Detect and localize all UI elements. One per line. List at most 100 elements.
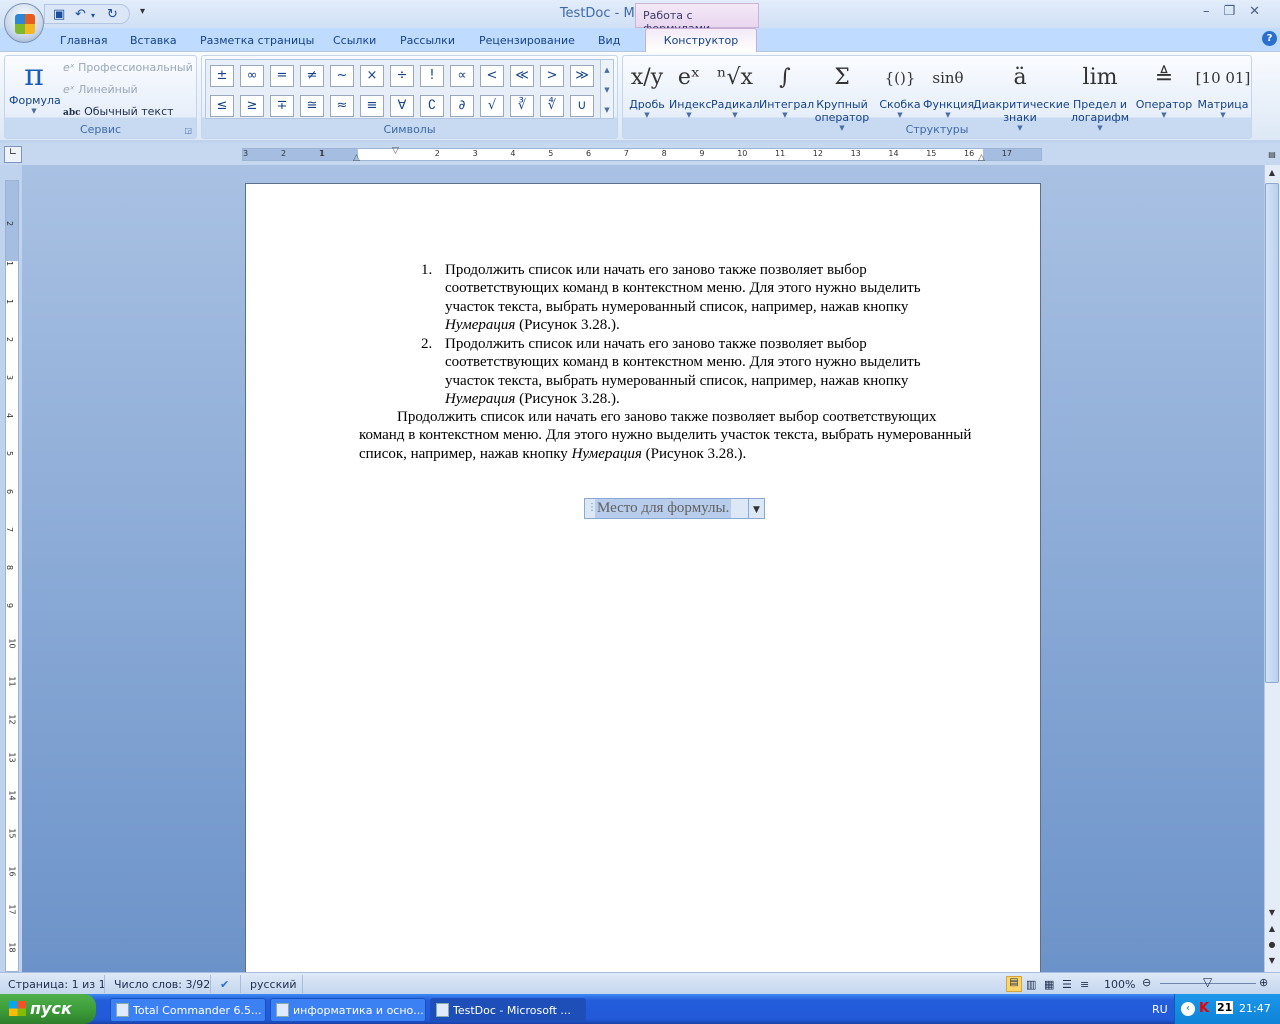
office-button[interactable] bbox=[4, 3, 44, 43]
draft-icon[interactable]: ≡ bbox=[1080, 978, 1089, 991]
symbol-button[interactable]: > bbox=[540, 65, 564, 87]
symbol-button[interactable]: ∀ bbox=[390, 95, 414, 117]
symbol-button[interactable]: ≅ bbox=[300, 95, 324, 117]
task-testdoc[interactable]: TestDoc - Microsoft ... bbox=[430, 998, 586, 1022]
structure-button[interactable]: ä Диакритические знаки ▼ bbox=[973, 58, 1070, 132]
symbol-button[interactable]: ∛ bbox=[510, 95, 534, 117]
spelling-check-icon[interactable]: ✔ bbox=[220, 978, 229, 991]
vertical-ruler[interactable]: 2 1 1 2 3 4 5 6 7 8 9 10 11 12 13 14 15 16 17 18 bbox=[5, 180, 19, 972]
structure-button[interactable]: lim Предел и логарифм ▼ bbox=[1067, 58, 1133, 132]
task-total-commander[interactable]: Total Commander 6.5... bbox=[110, 998, 266, 1022]
symbol-button[interactable]: ~ bbox=[330, 65, 354, 87]
tray-app-icon[interactable]: 21 bbox=[1216, 1001, 1234, 1014]
symbol-button[interactable]: ∓ bbox=[270, 95, 294, 117]
scroll-down-icon[interactable]: ▼ bbox=[601, 80, 613, 100]
symbol-button[interactable]: ≠ bbox=[300, 65, 324, 87]
symbol-button[interactable]: ≈ bbox=[330, 95, 354, 117]
show-hidden-icons[interactable]: ‹ bbox=[1181, 1002, 1195, 1016]
tab-mailings[interactable]: Рассылки bbox=[400, 34, 455, 47]
next-page-icon[interactable]: ▼ bbox=[1265, 956, 1279, 965]
structure-button[interactable]: Σ Крупный оператор ▼ bbox=[811, 58, 873, 132]
equation-text[interactable]: Место для формулы. bbox=[595, 499, 732, 518]
view-ruler-icon[interactable]: ▤ bbox=[1265, 150, 1279, 159]
antivirus-icon[interactable]: K bbox=[1199, 1001, 1209, 1016]
professional-button[interactable]: eˣ Профессиональный bbox=[63, 61, 193, 74]
structure-button[interactable]: x/y Дробь ▼ bbox=[625, 58, 669, 119]
symbol-button[interactable]: ∪ bbox=[570, 95, 594, 117]
symbol-button[interactable]: = bbox=[270, 65, 294, 87]
redo-icon[interactable]: ↻ bbox=[107, 7, 118, 22]
structure-button[interactable]: sinθ Функция ▼ bbox=[923, 58, 974, 119]
formula-button[interactable]: π Формула ▼ bbox=[9, 58, 61, 115]
right-indent-marker[interactable]: △ bbox=[978, 153, 985, 163]
symbol-button[interactable]: ÷ bbox=[390, 65, 414, 87]
tab-review[interactable]: Рецензирование bbox=[479, 34, 575, 47]
print-layout-icon[interactable]: ▤ bbox=[1006, 976, 1022, 992]
more-icon[interactable]: ▼ bbox=[601, 100, 613, 120]
symbol-button[interactable]: ≥ bbox=[240, 95, 264, 117]
language[interactable]: русский bbox=[250, 978, 297, 991]
symbol-button[interactable]: < bbox=[480, 65, 504, 87]
symbol-button[interactable]: ∂ bbox=[450, 95, 474, 117]
undo-icon[interactable]: ↶ bbox=[75, 7, 86, 22]
scroll-down-icon[interactable]: ▼ bbox=[1265, 908, 1279, 917]
save-icon[interactable]: ▣ bbox=[53, 7, 65, 22]
symbol-button[interactable]: ≤ bbox=[210, 95, 234, 117]
zoom-out-icon[interactable]: ⊖ bbox=[1142, 976, 1151, 989]
task-informatika[interactable]: информатика и осно... bbox=[270, 998, 426, 1022]
minimize-icon[interactable]: – bbox=[1203, 4, 1224, 19]
structure-button[interactable]: ∫ Интеграл ▼ bbox=[759, 58, 814, 119]
symbol-button[interactable]: ∜ bbox=[540, 95, 564, 117]
symbol-button[interactable]: ± bbox=[210, 65, 234, 87]
structure-button[interactable]: [10 01] Матрица ▼ bbox=[1195, 58, 1251, 119]
page-count[interactable]: Страница: 1 из 1 bbox=[8, 978, 106, 991]
language-indicator[interactable]: RU bbox=[1152, 1003, 1168, 1016]
help-icon[interactable]: ? bbox=[1262, 31, 1277, 46]
symbol-button[interactable]: ≡ bbox=[360, 95, 384, 117]
structure-button[interactable]: ⁿ√x Радикал ▼ bbox=[711, 58, 760, 119]
zoom-slider-thumb[interactable]: ▽ bbox=[1203, 975, 1212, 989]
close-icon[interactable]: ✕ bbox=[1249, 4, 1274, 19]
tab-insert[interactable]: Вставка bbox=[130, 34, 177, 47]
tab-references[interactable]: Ссылки bbox=[333, 34, 376, 47]
outline-icon[interactable]: ☰ bbox=[1062, 978, 1072, 991]
browse-object-icon[interactable]: ● bbox=[1265, 940, 1279, 949]
linear-button[interactable]: eˣ Линейный bbox=[63, 83, 138, 96]
clock[interactable]: 21:47 bbox=[1239, 1002, 1271, 1015]
previous-page-icon[interactable]: ▲ bbox=[1265, 924, 1279, 933]
dialog-launcher-icon[interactable]: ◲ bbox=[184, 126, 192, 135]
symbol-button[interactable]: √ bbox=[480, 95, 504, 117]
chevron-down-icon[interactable]: ▼ bbox=[748, 499, 764, 518]
undo-dropdown-icon[interactable]: ▾ bbox=[91, 11, 95, 20]
zoom-in-icon[interactable]: ⊕ bbox=[1259, 976, 1268, 989]
tab-view[interactable]: Вид bbox=[598, 34, 620, 47]
horizontal-ruler[interactable]: ▽ △ △ 3 2 1 1 2 3 4 5 6 7 8 9 10 11 12 13 14 15 16 17 bbox=[242, 146, 1042, 163]
structure-button[interactable]: eˣ Индекс ▼ bbox=[669, 58, 712, 119]
scroll-up-icon[interactable]: ▲ bbox=[1265, 168, 1279, 177]
tab-stop-selector[interactable]: ∟ bbox=[4, 146, 22, 163]
customize-qat-icon[interactable]: ▾ bbox=[140, 6, 145, 17]
start-button[interactable]: пуск bbox=[0, 994, 96, 1024]
symbol-button[interactable]: ∁ bbox=[420, 95, 444, 117]
tab-home[interactable]: Главная bbox=[60, 34, 108, 47]
symbol-button[interactable]: × bbox=[360, 65, 384, 87]
structure-button[interactable]: ≜ Оператор ▼ bbox=[1133, 58, 1195, 119]
document-page[interactable]: 1. Продолжить список или начать его зано… bbox=[245, 183, 1041, 973]
normal-text-button[interactable]: abc Обычный текст bbox=[63, 105, 174, 118]
symbol-button[interactable]: ! bbox=[420, 65, 444, 87]
symbol-button[interactable]: ≪ bbox=[510, 65, 534, 87]
symbol-button[interactable]: ≫ bbox=[570, 65, 594, 87]
equation-placeholder[interactable]: ⋮ Место для формулы. ▼ bbox=[584, 498, 765, 519]
full-screen-reading-icon[interactable]: ▥ bbox=[1026, 978, 1036, 991]
symbol-button[interactable]: ∝ bbox=[450, 65, 474, 87]
gallery-scroll[interactable]: ▲ ▼ ▼ bbox=[600, 59, 614, 119]
symbol-button[interactable]: ∞ bbox=[240, 65, 264, 87]
scroll-up-icon[interactable]: ▲ bbox=[601, 60, 613, 80]
web-layout-icon[interactable]: ▦ bbox=[1044, 978, 1054, 991]
zoom-level[interactable]: 100% bbox=[1104, 978, 1135, 991]
first-line-indent-marker[interactable]: ▽ bbox=[392, 146, 399, 156]
tab-page-layout[interactable]: Разметка страницы bbox=[200, 34, 314, 47]
restore-icon[interactable]: ❐ bbox=[1223, 4, 1249, 19]
scrollbar-thumb[interactable] bbox=[1265, 183, 1279, 683]
left-indent-marker[interactable]: △ bbox=[353, 153, 360, 163]
